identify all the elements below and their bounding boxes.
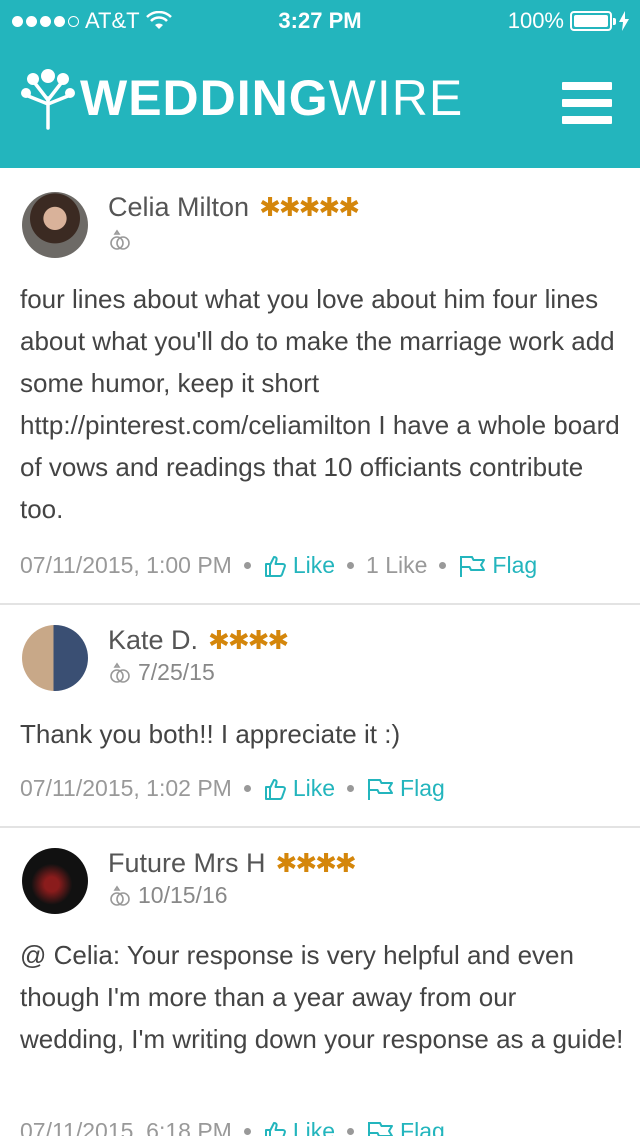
like-label: Like bbox=[292, 775, 336, 801]
like-button[interactable]: Like bbox=[263, 775, 335, 802]
comment-timestamp: 07/11/2015, 1:00 PM bbox=[20, 552, 232, 578]
commenter-name[interactable]: Celia Milton bbox=[108, 192, 249, 223]
separator-dot bbox=[243, 785, 251, 792]
like-label: Like bbox=[292, 1118, 336, 1136]
rating-stars: ✱✱✱✱ bbox=[275, 848, 357, 878]
comment-item: Future Mrs H ✱✱✱✱ 10/15/16 @ Celia: Your… bbox=[0, 828, 640, 1136]
comment-timestamp: 07/11/2015, 1:02 PM bbox=[20, 775, 232, 801]
wedding-date: 7/25/15 bbox=[138, 659, 215, 685]
separator-dot bbox=[347, 1128, 355, 1135]
app-header: AT&T 3:27 PM 100% WEDDINGWIRE bbox=[0, 0, 640, 168]
comment-meta: 07/11/2015, 6:18 PM Like Flag bbox=[20, 1118, 445, 1136]
battery-percent: 100% bbox=[507, 8, 564, 33]
logo-bold-text: WEDDING bbox=[80, 70, 329, 126]
flag-icon bbox=[460, 555, 486, 577]
rating-stars: ✱✱✱✱✱ bbox=[259, 192, 360, 222]
wedding-rings-icon bbox=[110, 885, 130, 906]
flag-label: Flag bbox=[492, 552, 538, 578]
thumbs-up-icon bbox=[264, 778, 286, 800]
wedding-rings-icon bbox=[110, 662, 130, 683]
thumbs-up-icon bbox=[264, 1121, 286, 1136]
weddingwire-logo[interactable]: WEDDINGWIRE bbox=[20, 66, 463, 130]
flag-button[interactable]: Flag bbox=[366, 775, 445, 802]
like-count: 1 Like bbox=[366, 552, 428, 578]
separator-dot bbox=[243, 1128, 251, 1135]
flag-label: Flag bbox=[400, 1118, 445, 1136]
avatar[interactable] bbox=[22, 192, 88, 258]
comment-body: Thank you both!! I appreciate it :) bbox=[20, 719, 401, 749]
avatar[interactable] bbox=[22, 625, 88, 691]
logo-flower-icon bbox=[21, 69, 75, 130]
flag-button[interactable]: Flag bbox=[366, 1118, 445, 1136]
charging-bolt-icon bbox=[619, 11, 629, 31]
hamburger-menu-icon[interactable] bbox=[562, 82, 612, 124]
wedding-date: 10/15/16 bbox=[138, 882, 228, 908]
logo-text: WEDDINGWIRE bbox=[80, 73, 463, 123]
avatar[interactable] bbox=[22, 848, 88, 914]
flag-label: Flag bbox=[400, 775, 445, 801]
logo-light-text: WIRE bbox=[328, 70, 464, 126]
separator-dot bbox=[439, 562, 447, 569]
like-button[interactable]: Like bbox=[263, 552, 335, 579]
comment-body: @ Celia: Your response is very helpful a… bbox=[20, 940, 624, 1054]
flag-icon bbox=[368, 778, 394, 800]
status-bar: AT&T 3:27 PM 100% bbox=[0, 0, 640, 40]
like-label: Like bbox=[292, 552, 336, 578]
flag-button[interactable]: Flag bbox=[458, 552, 537, 579]
comment-timestamp: 07/11/2015, 6:18 PM bbox=[20, 1118, 232, 1136]
comment-item: Kate D. ✱✱✱✱ 7/25/15 Thank you both!! I … bbox=[0, 605, 640, 828]
separator-dot bbox=[347, 785, 355, 792]
comment-item: Celia Milton ✱✱✱✱✱ four lines about what… bbox=[0, 170, 640, 605]
comment-meta: 07/11/2015, 1:00 PM Like 1 Like Flag bbox=[20, 552, 537, 579]
commenter-name[interactable]: Kate D. bbox=[108, 625, 198, 656]
rating-stars: ✱✱✱✱ bbox=[208, 625, 289, 655]
commenter-name[interactable]: Future Mrs H bbox=[108, 848, 266, 879]
separator-dot bbox=[243, 562, 251, 569]
comment-meta: 07/11/2015, 1:02 PM Like Flag bbox=[20, 775, 445, 802]
wedding-rings-icon bbox=[110, 229, 130, 250]
thumbs-up-icon bbox=[264, 555, 286, 577]
comment-body: four lines about what you love about him… bbox=[20, 284, 620, 524]
battery-status: 100% bbox=[508, 8, 630, 34]
like-button[interactable]: Like bbox=[263, 1118, 335, 1136]
flag-icon bbox=[368, 1121, 394, 1136]
separator-dot bbox=[347, 562, 355, 569]
battery-icon bbox=[570, 11, 616, 31]
